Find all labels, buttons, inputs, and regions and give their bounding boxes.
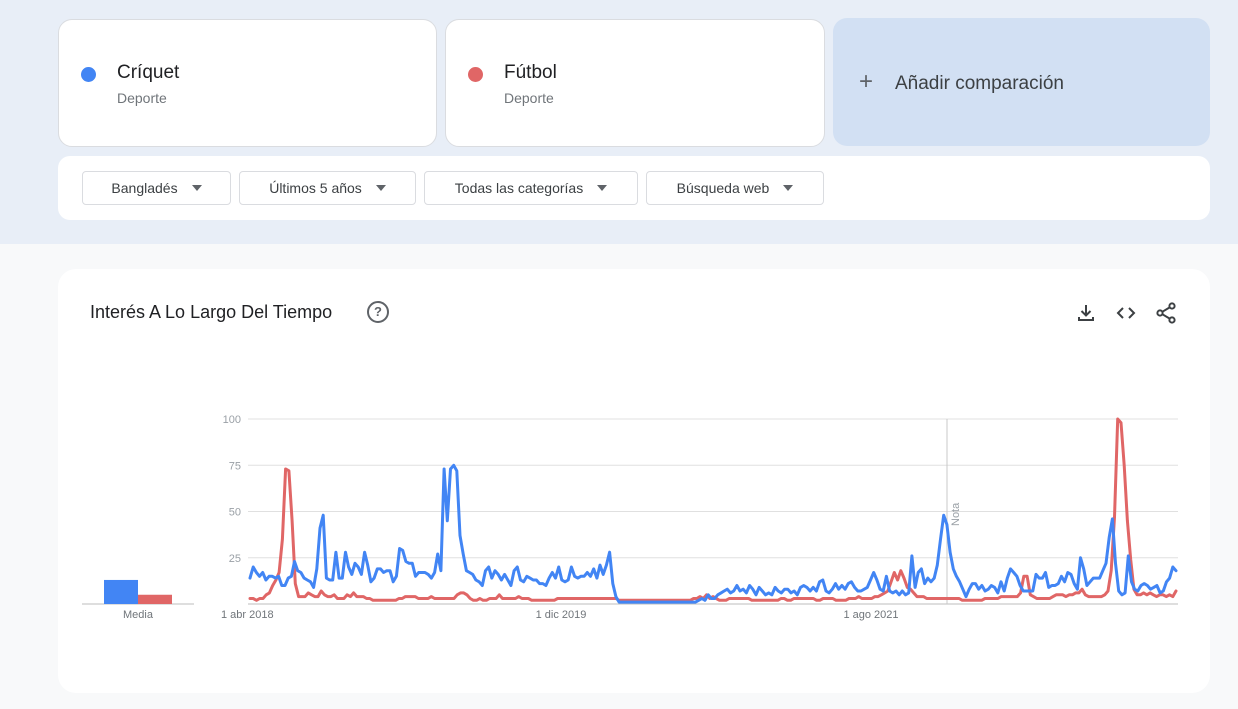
download-icon[interactable]	[1074, 301, 1098, 325]
search-type-filter[interactable]: Búsqueda web	[646, 171, 824, 205]
dropdown-arrow-icon	[375, 185, 386, 191]
time-range-filter[interactable]: Últimos 5 años	[239, 171, 416, 205]
filters-bar: Bangladés Últimos 5 años Todas las categ…	[58, 156, 1210, 220]
term-color-dot	[81, 67, 96, 82]
category-filter-label: Todas las categorías	[454, 180, 584, 196]
share-icon[interactable]	[1154, 301, 1178, 325]
category-filter[interactable]: Todas las categorías	[424, 171, 638, 205]
add-comparison-button[interactable]: + Añadir comparación	[833, 18, 1210, 146]
interest-over-time-card: Interés A Lo Largo Del Tiempo ?	[58, 269, 1210, 693]
plus-icon: +	[859, 68, 874, 95]
term-type: Deporte	[117, 90, 167, 106]
chart-title: Interés A Lo Largo Del Tiempo	[90, 302, 333, 322]
term-name: Fútbol	[504, 62, 557, 83]
term-color-dot	[468, 67, 483, 82]
search-type-filter-label: Búsqueda web	[676, 180, 770, 196]
dropdown-arrow-icon	[597, 185, 608, 191]
term-name: Críquet	[117, 62, 180, 83]
term-card-football[interactable]: Fútbol Deporte	[445, 19, 825, 147]
region-filter-label: Bangladés	[111, 180, 178, 196]
term-type: Deporte	[504, 90, 554, 106]
help-icon[interactable]: ?	[367, 301, 389, 323]
region-filter[interactable]: Bangladés	[82, 171, 231, 205]
embed-icon[interactable]	[1114, 301, 1138, 325]
time-range-filter-label: Últimos 5 años	[269, 180, 362, 196]
dropdown-arrow-icon	[783, 185, 794, 191]
term-card-cricket[interactable]: Críquet Deporte	[58, 19, 437, 147]
add-comparison-label: Añadir comparación	[895, 73, 1064, 94]
dropdown-arrow-icon	[191, 185, 202, 191]
